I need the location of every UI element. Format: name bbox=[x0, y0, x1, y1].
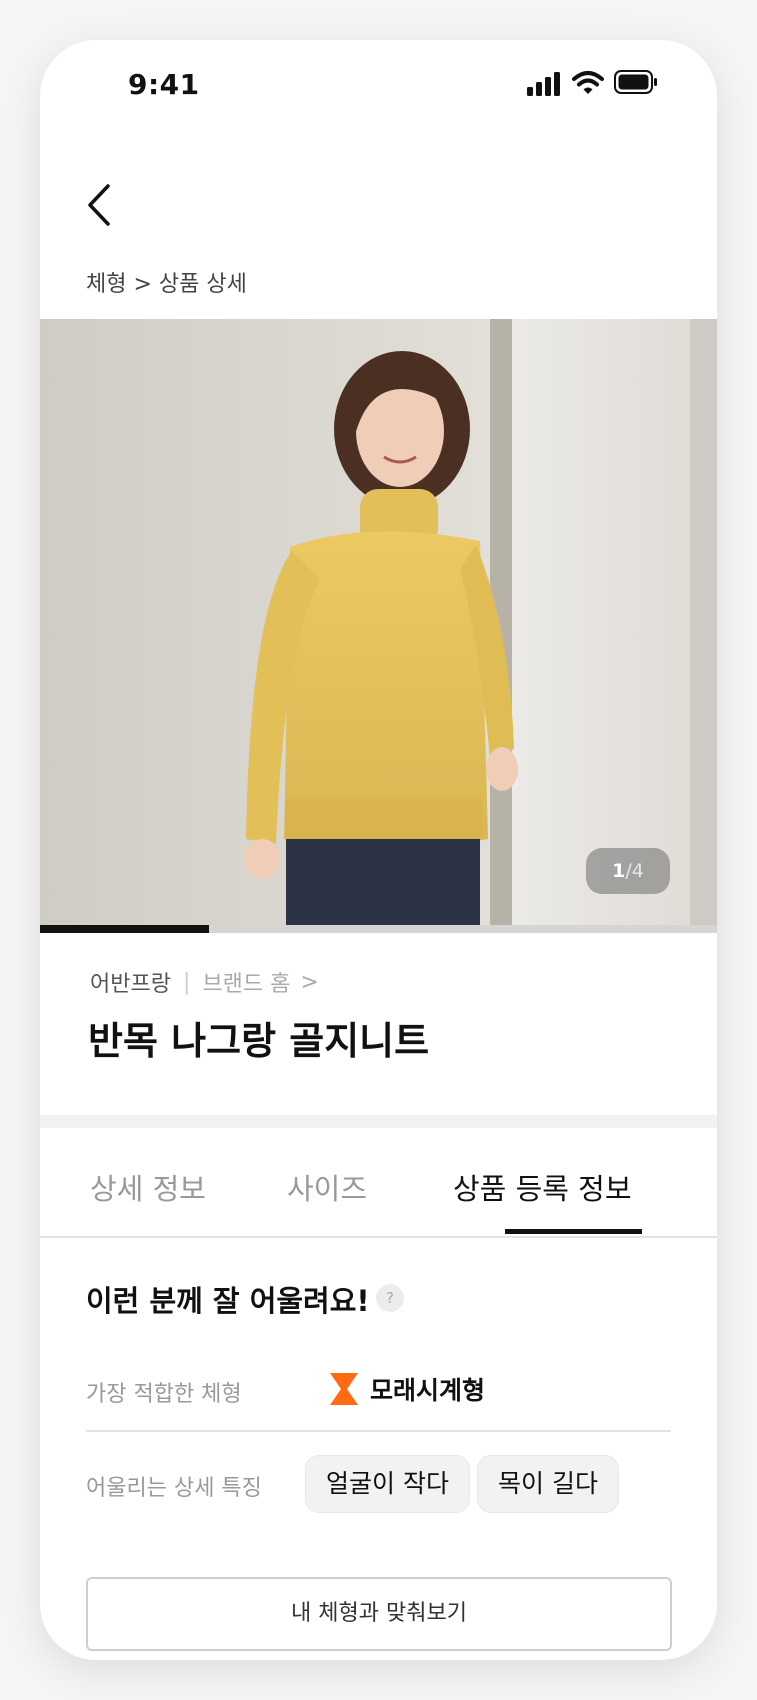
row-divider bbox=[86, 1430, 671, 1432]
chevron-right-icon[interactable]: > bbox=[300, 970, 318, 995]
feature-chip-long-neck[interactable]: 목이 길다 bbox=[477, 1455, 619, 1513]
tab-product-registration[interactable]: 상품 등록 정보 bbox=[453, 1166, 632, 1208]
image-counter-total: 4 bbox=[631, 860, 644, 882]
phone-frame: 9:41 체형 > 상품 상세 1/4 어반프랑 | 브랜드 홈 > 반목 나그… bbox=[40, 40, 717, 1660]
cellular-signal-icon bbox=[527, 72, 560, 96]
tab-bar: 상세 정보 사이즈 상품 등록 정보 bbox=[40, 1130, 717, 1238]
image-counter-current: 1 bbox=[612, 860, 626, 882]
active-tab-indicator bbox=[505, 1229, 642, 1234]
back-chevron-icon[interactable] bbox=[84, 180, 120, 230]
gallery-progress-bar bbox=[40, 925, 717, 933]
product-photo bbox=[40, 319, 717, 925]
tab-detail-info[interactable]: 상세 정보 bbox=[90, 1166, 206, 1208]
best-body-type-value: 모래시계형 bbox=[370, 1376, 486, 1405]
feature-chip-small-face[interactable]: 얼굴이 작다 bbox=[305, 1455, 470, 1513]
hourglass-icon bbox=[330, 1373, 358, 1405]
brand-divider: | bbox=[182, 969, 191, 995]
tab-size[interactable]: 사이즈 bbox=[287, 1166, 367, 1208]
image-counter: 1/4 bbox=[586, 848, 670, 894]
fit-section-title: 이런 분께 잘 어울려요! bbox=[86, 1284, 370, 1318]
section-divider bbox=[40, 1115, 717, 1128]
match-my-body-type-button[interactable]: 내 체형과 맞춰보기 bbox=[86, 1577, 672, 1651]
help-icon[interactable]: ? bbox=[376, 1284, 404, 1312]
product-title: 반목 나그랑 골지니트 bbox=[88, 1019, 430, 1063]
best-body-type-label: 가장 적합한 체형 bbox=[86, 1382, 242, 1407]
brand-name[interactable]: 어반프랑 bbox=[90, 966, 171, 998]
best-body-type: 모래시계형 bbox=[330, 1371, 485, 1407]
status-bar: 9:41 bbox=[40, 40, 717, 120]
matching-features-label: 어울리는 상세 특징 bbox=[86, 1476, 262, 1501]
wifi-icon bbox=[572, 71, 604, 94]
gallery-progress-fill bbox=[40, 925, 210, 933]
product-image-carousel[interactable]: 1/4 bbox=[40, 319, 717, 925]
status-time: 9:41 bbox=[128, 68, 200, 101]
breadcrumb: 체형 > 상품 상세 bbox=[86, 272, 247, 297]
brand-home-link[interactable]: 브랜드 홈 bbox=[202, 966, 290, 998]
battery-icon bbox=[614, 70, 657, 94]
brand-row: 어반프랑 | 브랜드 홈 > bbox=[90, 966, 319, 998]
